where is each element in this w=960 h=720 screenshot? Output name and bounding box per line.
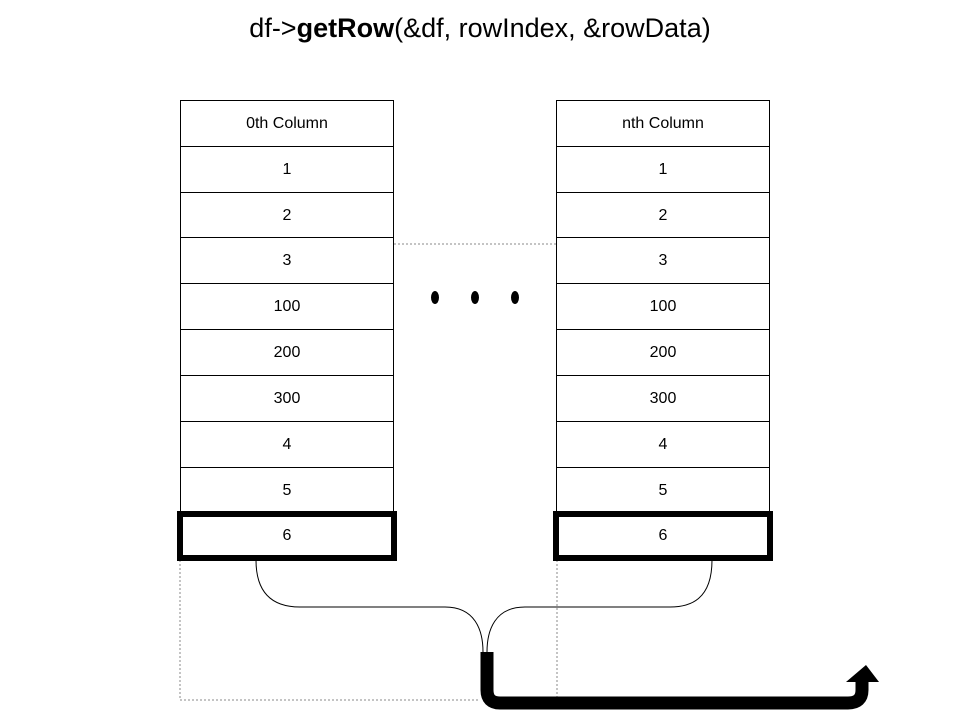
title-args: (&df, rowIndex, &rowData) [394, 13, 711, 43]
column-0-cell: 3 [180, 237, 394, 284]
column-0-cell: 1 [180, 146, 394, 193]
column-0-cell: 5 [180, 467, 394, 514]
column-0-cell: 100 [180, 283, 394, 330]
column-0-cell: 300 [180, 375, 394, 422]
ellipsis-dots [420, 285, 530, 309]
column-n-selected-cell: 6 [553, 511, 773, 561]
column-0-cell: 2 [180, 192, 394, 239]
diagram-title: df->getRow(&df, rowIndex, &rowData) [0, 10, 960, 46]
ellipsis-dot [511, 291, 519, 304]
column-n-cell: 3 [556, 237, 770, 284]
column-n-cell: 4 [556, 421, 770, 468]
right-connector-curve [486, 559, 713, 653]
column-n-cell: 300 [556, 375, 770, 422]
ellipsis-dot [471, 291, 479, 304]
connector-overlay [179, 243, 879, 710]
output-arrow-head [846, 665, 879, 682]
title-method: getRow [296, 13, 395, 43]
column-n-cell: 2 [556, 192, 770, 239]
title-prefix: df-> [249, 13, 297, 43]
column-0-selected-cell: 6 [177, 511, 397, 561]
column-0-cell: 200 [180, 329, 394, 376]
left-connector-curve [255, 559, 484, 653]
column-n-cell: 5 [556, 467, 770, 514]
column-0-cell: 4 [180, 421, 394, 468]
output-arrow-body [480, 652, 869, 710]
column-0-header: 0th Column [180, 100, 394, 147]
ellipsis-dot [431, 291, 439, 304]
column-n-cell: 1 [556, 146, 770, 193]
column-n-header: nth Column [556, 100, 770, 147]
column-n-cell: 200 [556, 329, 770, 376]
column-n-cell: 100 [556, 283, 770, 330]
